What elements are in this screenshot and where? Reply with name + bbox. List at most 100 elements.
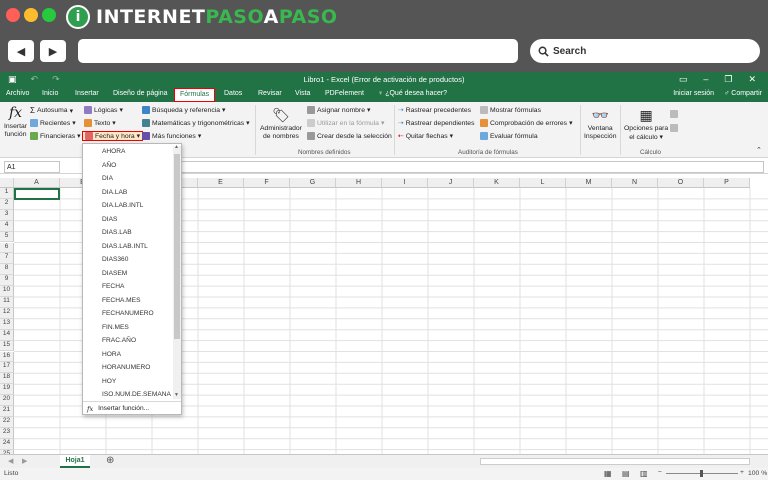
insert-function-item[interactable]: fx Insertar función... — [83, 401, 181, 415]
calc-options-button[interactable]: ▦ Opciones para el cálculo ▾ — [624, 106, 668, 142]
watch-window-button[interactable]: 👓 Ventana Inspección — [584, 106, 617, 141]
sheet-tab-hoja1[interactable]: Hoja1 — [60, 455, 90, 468]
dropdown-item[interactable]: FRAC.AÑO — [102, 337, 136, 344]
row-header[interactable]: 11 — [0, 297, 14, 308]
dropdown-item[interactable]: AHORA — [102, 148, 125, 155]
dropdown-item[interactable]: DIA — [102, 175, 113, 182]
column-header[interactable]: G — [290, 178, 336, 188]
collapse-ribbon-icon[interactable]: ⌃ — [756, 146, 762, 154]
row-header[interactable]: 3 — [0, 209, 14, 221]
page-break-icon[interactable]: ▥ — [640, 469, 648, 478]
tell-me-box[interactable]: ♀ ¿Qué desea hacer? — [378, 90, 447, 97]
evaluate-formula-button[interactable]: Evaluar fórmula — [480, 132, 538, 140]
ribbon-display-icon[interactable]: ▭ — [679, 74, 688, 85]
column-header[interactable]: J — [428, 178, 474, 188]
row-header[interactable]: 20 — [0, 395, 14, 406]
insert-function-button[interactable]: fx Insertar función — [4, 104, 27, 138]
row-header[interactable]: 8 — [0, 264, 14, 276]
scroll-up-icon[interactable]: ▲ — [174, 144, 179, 150]
close-icon[interactable]: ✕ — [748, 74, 756, 85]
row-header[interactable]: 18 — [0, 373, 14, 385]
tab-insertar[interactable]: Insertar — [75, 90, 99, 97]
date-time-button[interactable]: Fecha y hora ▾ — [82, 131, 144, 141]
row-header[interactable]: 24 — [0, 438, 14, 450]
define-name-button[interactable]: Asignar nombre ▾ — [307, 106, 370, 114]
tab-pdfelement[interactable]: PDFelement — [325, 90, 364, 97]
create-from-selection-button[interactable]: Crear desde la selección — [307, 132, 392, 140]
name-box[interactable]: A1 — [4, 161, 60, 173]
column-header[interactable]: E — [198, 178, 244, 188]
zoom-out-icon[interactable]: − — [658, 469, 662, 476]
column-header[interactable]: M — [566, 178, 612, 188]
url-bar[interactable] — [78, 39, 518, 63]
dropdown-item[interactable]: DIA.LAB — [102, 189, 127, 196]
tab-inicio[interactable]: Inicio — [42, 90, 58, 97]
row-header[interactable]: 1 — [0, 188, 14, 199]
row-header[interactable]: 6 — [0, 242, 14, 254]
dropdown-item[interactable]: HORA — [102, 351, 121, 358]
tab-revisar[interactable]: Revisar — [258, 90, 282, 97]
tab-diseno[interactable]: Diseño de página — [113, 90, 168, 97]
add-sheet-icon[interactable]: ⊕ — [106, 455, 114, 466]
dropdown-item[interactable]: FECHA — [102, 283, 124, 290]
maximize-dot[interactable] — [42, 8, 56, 22]
forward-button[interactable]: ▶ — [40, 40, 66, 62]
minimize-icon[interactable]: – — [703, 74, 708, 85]
row-header[interactable]: 22 — [0, 416, 14, 428]
dropdown-item[interactable]: FIN.MES — [102, 324, 129, 331]
back-button[interactable]: ◀ — [8, 40, 34, 62]
dropdown-item[interactable]: FECHANUMERO — [102, 310, 154, 317]
column-header[interactable]: O — [658, 178, 704, 188]
calc-sheet-button[interactable] — [670, 124, 678, 132]
dropdown-item[interactable]: DIAS.LAB.INTL — [102, 243, 148, 250]
zoom-in-icon[interactable]: + — [740, 469, 744, 476]
use-in-formula-button[interactable]: Utilizar en la fórmula ▾ — [307, 119, 384, 127]
row-header[interactable]: 7 — [0, 253, 14, 265]
remove-arrows-button[interactable]: ⇠ Quitar flechas ▾ — [398, 132, 453, 141]
row-header[interactable]: 14 — [0, 329, 14, 341]
row-header[interactable]: 17 — [0, 362, 14, 374]
formula-input[interactable] — [180, 161, 764, 173]
restore-icon[interactable]: ❐ — [724, 74, 732, 85]
financial-button[interactable]: Financieras ▾ — [30, 132, 81, 140]
row-header[interactable]: 15 — [0, 340, 14, 352]
active-cell-a1[interactable] — [14, 188, 60, 200]
sign-in-link[interactable]: Iniciar sesión — [673, 90, 714, 97]
dropdown-item[interactable]: HORANUMERO — [102, 364, 150, 371]
minimize-dot[interactable] — [24, 8, 38, 22]
column-header[interactable]: I — [382, 178, 428, 188]
column-header[interactable]: N — [612, 178, 658, 188]
dropdown-item[interactable]: AÑO — [102, 162, 116, 169]
tab-archivo[interactable]: Archivo — [6, 90, 29, 97]
row-header[interactable]: 23 — [0, 427, 14, 439]
autosum-button[interactable]: Σ Autosuma ▾ — [30, 106, 73, 115]
dropdown-item[interactable]: DIAS.LAB — [102, 229, 132, 236]
dropdown-item[interactable]: ISO.NUM.DE.SEMANA — [102, 391, 171, 398]
logical-button[interactable]: Lógicas ▾ — [84, 106, 123, 114]
row-header[interactable]: 13 — [0, 318, 14, 330]
row-header[interactable]: 10 — [0, 286, 14, 297]
show-formulas-button[interactable]: Mostrar fórmulas — [480, 106, 541, 114]
calc-now-button[interactable] — [670, 110, 678, 118]
select-all-corner[interactable] — [0, 178, 14, 188]
search-bar[interactable]: Search — [530, 39, 760, 63]
dropdown-item[interactable]: HOY — [102, 378, 116, 385]
page-layout-icon[interactable]: ▤ — [622, 469, 630, 478]
dropdown-item[interactable]: FECHA.MES — [102, 297, 140, 304]
column-header[interactable]: P — [704, 178, 750, 188]
column-header[interactable]: L — [520, 178, 566, 188]
row-header[interactable]: 19 — [0, 384, 14, 396]
tab-formulas[interactable]: Fórmulas — [174, 88, 216, 102]
row-header[interactable]: 21 — [0, 406, 14, 417]
close-dot[interactable] — [6, 8, 20, 22]
horizontal-scrollbar[interactable] — [480, 458, 750, 465]
row-header[interactable]: 12 — [0, 307, 14, 319]
share-button[interactable]: ♂ Compartir — [724, 90, 762, 97]
zoom-thumb[interactable] — [700, 470, 703, 477]
tab-datos[interactable]: Datos — [224, 90, 242, 97]
dropdown-item[interactable]: DIASEM — [102, 270, 127, 277]
column-header[interactable]: H — [336, 178, 382, 188]
prev-sheet-icon[interactable]: ◀ — [8, 457, 13, 465]
next-sheet-icon[interactable]: ▶ — [22, 457, 27, 465]
trace-dependents-button[interactable]: ⇢ Rastrear dependientes — [398, 119, 474, 128]
